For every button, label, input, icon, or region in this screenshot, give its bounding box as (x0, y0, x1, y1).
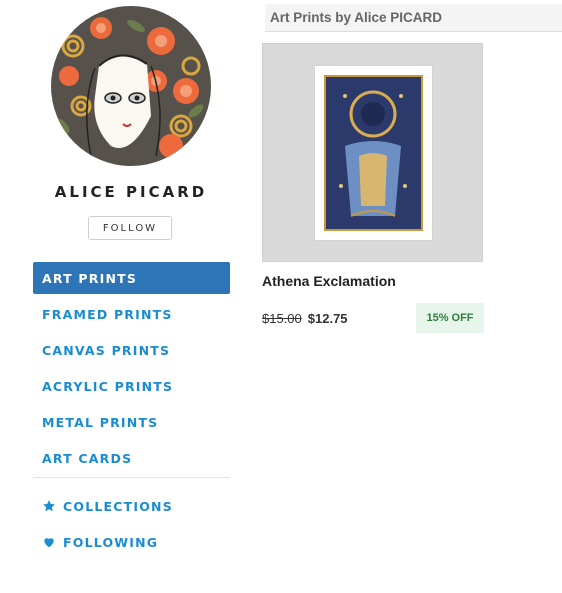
follow-button[interactable]: FOLLOW (88, 216, 172, 240)
product-card[interactable]: Athena Exclamation $15.00 $12.75 15% OFF (262, 43, 484, 333)
original-price: $15.00 (262, 310, 302, 326)
secondary-nav: COLLECTIONS FOLLOWING (33, 490, 230, 562)
nav-item-canvas-prints[interactable]: CANVAS PRINTS (33, 334, 230, 366)
artist-name: ALICE PICARD (54, 183, 208, 201)
nav-item-label: CANVAS PRINTS (42, 342, 171, 358)
artist-sidebar: ALICE PICARD FOLLOW ART PRINTS FRAMED PR… (0, 0, 262, 593)
nav-item-metal-prints[interactable]: METAL PRINTS (33, 406, 230, 438)
nav-item-acrylic-prints[interactable]: ACRYLIC PRINTS (33, 370, 230, 402)
nav-item-art-cards[interactable]: ART CARDS (33, 442, 230, 474)
discount-badge: 15% OFF (416, 303, 484, 333)
nav-item-label: ART CARDS (42, 450, 133, 466)
avatar-illustration (51, 6, 211, 166)
section-title: Art Prints by Alice PICARD (265, 4, 562, 32)
nav-item-label: METAL PRINTS (42, 414, 159, 430)
price-row: $15.00 $12.75 15% OFF (262, 303, 484, 333)
sale-price: $12.75 (307, 310, 348, 326)
collections-link[interactable]: COLLECTIONS (33, 490, 230, 522)
nav-item-label: ACRYLIC PRINTS (42, 378, 174, 394)
star-icon (42, 499, 56, 513)
product-title[interactable]: Athena Exclamation (262, 273, 484, 289)
product-category-nav: ART PRINTS FRAMED PRINTS CANVAS PRINTS A… (33, 262, 230, 478)
nav-item-label: FRAMED PRINTS (42, 306, 173, 322)
heart-icon (42, 535, 56, 549)
nav-item-label: ART PRINTS (42, 270, 138, 286)
print-artwork (315, 66, 432, 240)
following-link[interactable]: FOLLOWING (33, 526, 230, 558)
collections-label: COLLECTIONS (63, 498, 173, 514)
following-label: FOLLOWING (63, 534, 159, 550)
artist-avatar[interactable] (51, 6, 211, 166)
nav-item-framed-prints[interactable]: FRAMED PRINTS (33, 298, 230, 330)
product-image[interactable] (262, 43, 483, 262)
nav-item-art-prints[interactable]: ART PRINTS (33, 262, 230, 294)
sidebar-divider (33, 477, 230, 478)
